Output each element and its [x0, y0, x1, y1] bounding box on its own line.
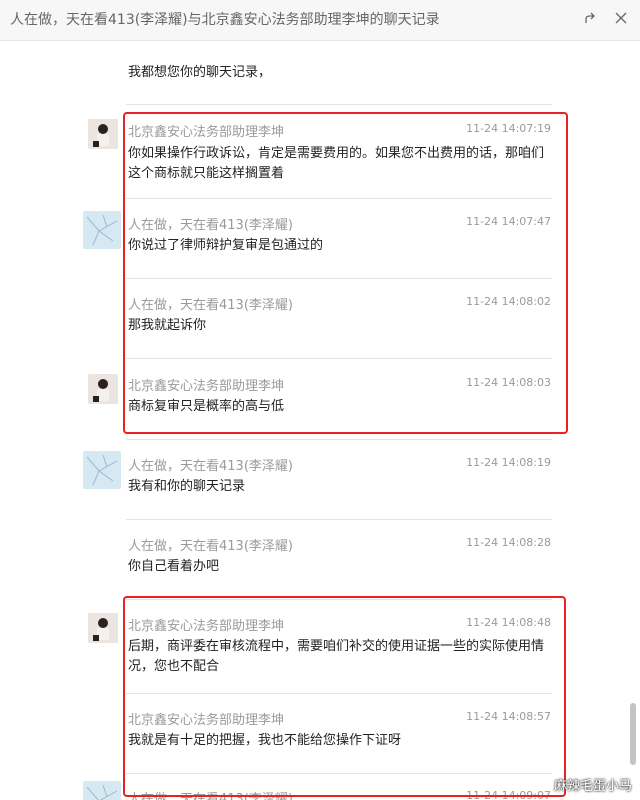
avatar[interactable]: [88, 613, 118, 643]
sender-name: 北京鑫安心法务部助理李坤: [128, 713, 285, 728]
message-divider: [126, 439, 552, 440]
sender-name: 人在做，天在看413(李泽耀): [128, 218, 293, 233]
message-divider: [126, 104, 552, 105]
message-time: 11-24 14:08:48: [466, 616, 551, 629]
message-time: 11-24 14:07:47: [466, 215, 551, 228]
sender-name: 北京鑫安心法务部助理李坤: [128, 619, 285, 634]
close-icon[interactable]: [610, 7, 632, 29]
message-time: 11-24 14:08:57: [466, 710, 551, 723]
message-time: 11-24 14:08:28: [466, 536, 551, 549]
message-text: 我就是有十足的把握，我也不能给您操作下证呀: [128, 733, 402, 748]
sender-name: 北京鑫安心法务部助理李坤: [128, 125, 285, 140]
avatar[interactable]: [88, 119, 118, 149]
message-divider: [126, 773, 552, 774]
avatar[interactable]: [88, 374, 118, 404]
message-text: 我有和你的聊天记录: [128, 479, 246, 494]
message-time: 11-24 14:09:07: [466, 789, 551, 800]
message-divider: [126, 278, 552, 279]
scrollbar-thumb[interactable]: [630, 703, 636, 765]
message-text: 你如果操作行政诉讼，肯定是需要费用的。如果您不出费用的话，那咱们这个商标就只能这…: [128, 146, 545, 181]
sender-name: 人在做，天在看413(李泽耀): [128, 539, 293, 554]
avatar[interactable]: [83, 781, 121, 800]
message-time: 11-24 14:07:19: [466, 122, 551, 135]
message-divider: [126, 693, 552, 694]
chat-history-panel[interactable]: 我都想您你的聊天记录， 北京鑫安心法务部助理李坤 11-24 14:07:19 …: [0, 41, 640, 800]
message-divider: [126, 198, 552, 199]
message-divider: [126, 519, 552, 520]
avatar[interactable]: [83, 211, 121, 249]
message-text: 你说过了律师辩护复审是包通过的: [128, 238, 324, 253]
sender-name: 北京鑫安心法务部助理李坤: [128, 379, 285, 394]
sender-name: 人在做，天在看413(李泽耀): [128, 792, 293, 800]
message-time: 11-24 14:08:19: [466, 456, 551, 469]
window-titlebar: 人在做，天在看413(李泽耀)与北京鑫安心法务部助理李坤的聊天记录: [0, 0, 640, 41]
message-divider: [126, 599, 552, 600]
window-title: 人在做，天在看413(李泽耀)与北京鑫安心法务部助理李坤的聊天记录: [10, 12, 440, 28]
sender-name: 人在做，天在看413(李泽耀): [128, 459, 293, 474]
avatar[interactable]: [83, 451, 121, 489]
message-time: 11-24 14:08:03: [466, 376, 551, 389]
share-icon[interactable]: [580, 7, 602, 29]
message-time: 11-24 14:08:02: [466, 295, 551, 308]
message-divider: [126, 358, 552, 359]
message-text: 后期，商评委在审核流程中，需要咱们补交的使用证据一些的实际使用情况，您也不配合: [128, 639, 545, 674]
message-text: 你自己看着办吧: [128, 559, 220, 574]
watermark: 麻辣毛蛋小马: [553, 779, 632, 794]
message-text: 商标复审只是概率的高与低: [128, 399, 285, 414]
partial-message-text: 我都想您你的聊天记录，: [128, 65, 272, 80]
message-text: 那我就起诉你: [128, 318, 207, 333]
sender-name: 人在做，天在看413(李泽耀): [128, 298, 293, 313]
